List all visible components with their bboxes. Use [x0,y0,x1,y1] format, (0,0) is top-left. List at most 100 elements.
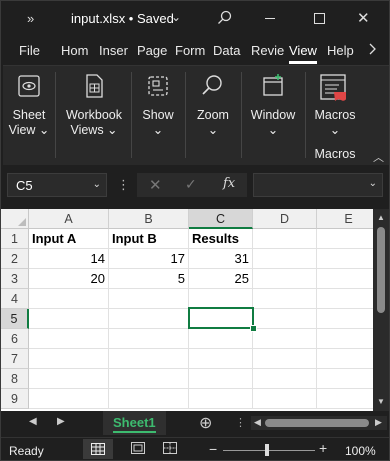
tab-data[interactable]: Data [213,43,240,58]
cell-a5[interactable] [29,309,109,329]
show-button[interactable]: Show ⌄ [135,66,181,164]
cell-b9[interactable] [109,389,189,409]
zoom-slider-track[interactable] [223,450,315,451]
tab-review[interactable]: Revie [251,43,284,58]
column-header-a[interactable]: A [29,209,109,229]
cell-c2[interactable]: 31 [189,249,253,269]
tab-formulas[interactable]: Form [175,43,205,58]
row-header-2[interactable]: 2 [1,249,29,269]
cancel-icon[interactable]: ✕ [149,176,162,194]
maximize-button[interactable] [314,13,325,24]
cell-d1[interactable] [253,229,317,249]
chevron-down-icon[interactable]: ⌄ [93,179,101,190]
cell-b6[interactable] [109,329,189,349]
macros-button[interactable]: Macros ⌄ Macros [309,66,361,164]
row-header-7[interactable]: 7 [1,349,29,369]
scroll-left-icon[interactable]: ◀ [254,417,261,428]
cell-d7[interactable] [253,349,317,369]
collapse-ribbon-button[interactable]: ︿ [373,149,384,165]
cell-c3[interactable]: 25 [189,269,253,289]
vertical-scroll-thumb[interactable] [377,227,385,313]
column-header-c[interactable]: C [189,209,253,229]
worksheet-grid[interactable]: A B C D E 1 2 3 4 5 6 7 8 9 Input A Inpu… [1,209,389,411]
row-header-8[interactable]: 8 [1,369,29,389]
tab-home[interactable]: Hom [61,43,88,58]
cell-d5[interactable] [253,309,317,329]
insert-function-icon[interactable]: fx [223,176,235,191]
cell-c7[interactable] [189,349,253,369]
window-button[interactable]: Window ⌄ [245,66,301,164]
minimize-button[interactable] [265,18,275,19]
formula-input[interactable]: ⌄ [253,173,383,197]
page-layout-view-icon[interactable] [131,442,145,454]
cell-b2[interactable]: 17 [109,249,189,269]
cell-d4[interactable] [253,289,317,309]
row-header-5[interactable]: 5 [1,309,29,329]
cell-a1[interactable]: Input A [29,229,109,249]
zoom-in-button[interactable]: + [319,440,327,456]
row-header-3[interactable]: 3 [1,269,29,289]
select-all-button[interactable] [1,209,29,229]
tab-file[interactable]: File [19,43,40,58]
ribbon-tabs-more-icon[interactable] [367,43,379,55]
cell-e2[interactable] [317,249,381,269]
cell-c1[interactable]: Results [189,229,253,249]
cell-c8[interactable] [189,369,253,389]
cell-d9[interactable] [253,389,317,409]
cell-a4[interactable] [29,289,109,309]
formula-bar-dots-icon[interactable]: ⋮ [117,177,130,193]
vertical-scrollbar[interactable]: ▲ ▼ [373,209,389,411]
name-box[interactable]: C5 ⌄ [7,173,107,197]
cell-a6[interactable] [29,329,109,349]
cell-b1[interactable]: Input B [109,229,189,249]
cell-e3[interactable] [317,269,381,289]
title-chevron-icon[interactable]: ⌄ [171,10,181,24]
normal-view-button[interactable] [83,439,113,459]
page-break-view-icon[interactable] [163,442,177,454]
cell-e6[interactable] [317,329,381,349]
scroll-right-icon[interactable]: ▶ [375,417,382,428]
cell-e5[interactable] [317,309,381,329]
previous-sheet-icon[interactable]: ◀ [29,416,37,427]
cell-b8[interactable] [109,369,189,389]
sheet-bar-dots-icon[interactable]: ⋮ [235,416,246,429]
column-header-e[interactable]: E [317,209,381,229]
enter-icon[interactable]: ✓ [185,176,197,193]
next-sheet-icon[interactable]: ▶ [57,416,65,427]
workbook-views-button[interactable]: Workbook Views ⌄ [61,66,127,164]
row-header-9[interactable]: 9 [1,389,29,409]
cell-c6[interactable] [189,329,253,349]
expand-formula-bar-icon[interactable]: ⌄ [369,178,377,189]
close-button[interactable]: ✕ [357,9,370,27]
cell-e7[interactable] [317,349,381,369]
zoom-out-button[interactable]: − [209,441,217,457]
row-header-1[interactable]: 1 [1,229,29,249]
cell-d3[interactable] [253,269,317,289]
cell-d6[interactable] [253,329,317,349]
cell-e9[interactable] [317,389,381,409]
row-header-6[interactable]: 6 [1,329,29,349]
column-header-d[interactable]: D [253,209,317,229]
cell-a3[interactable]: 20 [29,269,109,289]
cell-e8[interactable] [317,369,381,389]
cell-d2[interactable] [253,249,317,269]
search-icon[interactable] [217,10,233,26]
cell-b4[interactable] [109,289,189,309]
zoom-button[interactable]: Zoom ⌄ [189,66,237,164]
zoom-slider-thumb[interactable] [265,444,269,456]
scroll-down-icon[interactable]: ▼ [377,397,385,406]
cell-e4[interactable] [317,289,381,309]
horizontal-scrollbar[interactable]: ◀ ▶ [251,416,387,430]
cell-b7[interactable] [109,349,189,369]
cell-b3[interactable]: 5 [109,269,189,289]
cell-a9[interactable] [29,389,109,409]
zoom-level[interactable]: 100% [345,444,376,458]
tab-help[interactable]: Help [327,43,354,58]
scroll-up-icon[interactable]: ▲ [377,213,385,222]
cell-d8[interactable] [253,369,317,389]
cell-c4[interactable] [189,289,253,309]
cell-a8[interactable] [29,369,109,389]
row-header-4[interactable]: 4 [1,289,29,309]
fill-handle[interactable] [250,325,257,332]
column-header-b[interactable]: B [109,209,189,229]
